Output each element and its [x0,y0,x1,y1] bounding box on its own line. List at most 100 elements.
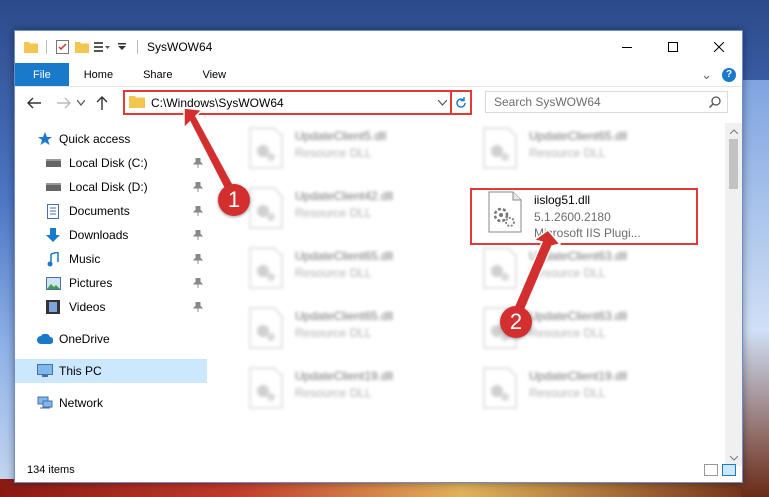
file-name: UpdateClient19.dll [295,369,394,383]
step-1-badge: 1 [218,184,250,216]
pictures-icon [45,275,61,291]
tab-share[interactable]: Share [128,63,187,86]
computer-icon [37,363,53,379]
dll-file-icon [249,307,283,349]
up-arrow-icon [96,96,108,110]
file-item[interactable]: UpdateClient65.dll Resource DLL [241,247,461,295]
address-dropdown-icon[interactable] [434,92,450,113]
file-item[interactable]: UpdateClient5.dll Resource DLL [241,127,461,175]
sidebar-item-downloads[interactable]: Downloads [15,223,207,247]
folder-icon [23,39,39,55]
refresh-icon [456,96,466,108]
file-item[interactable]: UpdateClient19.dll Resource DLL [475,367,695,415]
search-input[interactable]: Search SysWOW64 [485,91,728,113]
cloud-icon [37,331,53,347]
sidebar-item-documents[interactable]: Documents [15,199,207,223]
expand-ribbon-icon[interactable]: ⌄ [701,67,712,83]
scroll-thumb[interactable] [729,139,738,189]
sidebar-item-label: Pictures [69,276,113,290]
back-arrow-icon [27,97,41,109]
file-name: UpdateClient65.dll [295,309,394,323]
explorer-window: SysWOW64 File Home Share View ⌄ ? C:\Win… [14,30,743,483]
pin-icon [192,301,204,315]
drive-icon [45,155,61,171]
dll-file-icon [483,367,517,409]
quick-access-toolbar [23,39,141,55]
sidebar-item-label: Videos [69,300,106,314]
window-controls [604,31,742,63]
file-item[interactable]: UpdateClient65.dll Resource DLL [241,307,461,355]
sidebar-item-label: Quick access [59,132,131,146]
sidebar-item-onedrive[interactable]: OneDrive [15,327,207,351]
forward-button[interactable] [53,92,75,114]
ribbon-tabs: File Home Share View ⌄ ? [15,63,742,87]
downloads-icon [45,227,61,243]
sidebar-item-videos[interactable]: Videos [15,295,207,319]
tab-home[interactable]: Home [69,63,128,86]
vertical-scrollbar[interactable] [725,123,742,466]
sidebar-item-label: Downloads [69,228,129,242]
refresh-button[interactable] [450,92,470,113]
navigation-bar: C:\Windows\SysWOW64 Search SysWOW64 [15,88,742,118]
pin-icon [192,253,204,267]
close-button[interactable] [696,31,742,63]
file-description: Resource DLL [295,266,372,280]
up-button[interactable] [91,92,113,114]
star-icon [37,131,53,147]
pin-icon [192,277,204,291]
sidebar-item-network[interactable]: Network [15,391,207,415]
tab-file[interactable]: File [15,63,69,86]
sidebar-item-label: Music [69,252,101,266]
file-name: UpdateClient42.dll [295,189,394,203]
file-description: Resource DLL [295,386,372,400]
sidebar-item-music[interactable]: Music [15,247,207,271]
search-placeholder: Search SysWOW64 [494,95,601,109]
properties-icon[interactable] [54,39,70,55]
back-button[interactable] [23,92,45,114]
pin-icon [192,205,204,219]
item-count: 134 items [27,464,75,476]
minimize-button[interactable] [604,31,650,63]
maximize-button[interactable] [650,31,696,63]
file-name: UpdateClient19.dll [529,369,628,383]
recent-locations-button[interactable] [75,92,87,114]
minimize-icon [622,47,632,48]
tab-view[interactable]: View [187,63,241,86]
music-icon [45,251,61,267]
folder-icon [129,95,145,111]
details-view-icon[interactable] [704,464,718,476]
toolbar-dropdown-icon[interactable] [114,39,130,55]
dll-file-icon [249,127,283,169]
step-2-badge: 2 [500,306,532,338]
dll-file-icon [483,127,517,169]
file-item[interactable]: UpdateClient65.dll Resource DLL [475,127,695,175]
close-icon [714,42,724,52]
documents-icon [45,203,61,219]
chevron-down-icon [77,100,85,106]
scroll-up-icon[interactable] [725,123,742,139]
sidebar-item-label: Documents [69,204,130,218]
file-item[interactable]: UpdateClient42.dll Resource DLL [241,187,461,235]
search-icon [709,96,721,108]
videos-icon [45,299,61,315]
file-item[interactable]: UpdateClient19.dll Resource DLL [241,367,461,415]
toolbar-separator [46,40,47,54]
file-description: Resource DLL [295,326,372,340]
forward-arrow-icon [57,97,71,109]
file-description: Resource DLL [295,206,372,220]
sidebar-item-label: Local Disk (C:) [69,156,148,170]
customize-toolbar-icon[interactable] [94,39,110,55]
window-title: SysWOW64 [147,40,213,54]
new-folder-icon[interactable] [74,39,90,55]
file-name: UpdateClient5.dll [295,129,387,143]
sidebar-item-label: Local Disk (D:) [69,180,148,194]
file-name: UpdateClient65.dll [295,249,394,263]
tiles-view-icon[interactable] [722,464,736,476]
dll-file-icon [249,367,283,409]
file-name: UpdateClient65.dll [529,129,628,143]
file-description: Resource DLL [529,146,606,160]
help-icon[interactable]: ? [722,67,736,82]
ribbon-right: ⌄ ? [701,67,736,83]
sidebar-item-this-pc[interactable]: This PC [15,359,207,383]
sidebar-item-pictures[interactable]: Pictures [15,271,207,295]
